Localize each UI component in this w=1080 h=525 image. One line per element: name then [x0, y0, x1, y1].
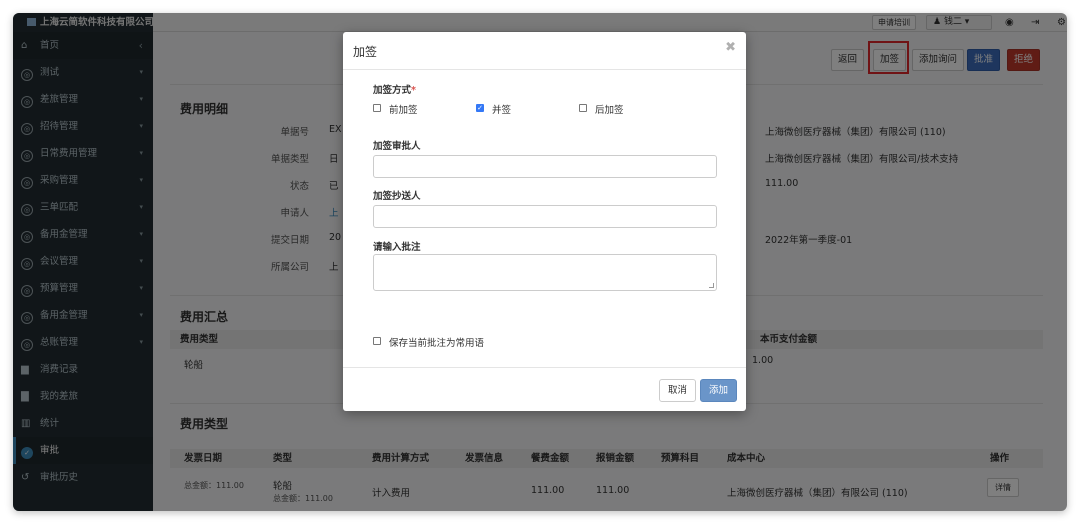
comment-label: 请输入批注 [373, 242, 421, 253]
method-label: 加签方式* [373, 82, 416, 96]
checkbox-label: 后加签 [595, 105, 624, 116]
cc-label: 加签抄送人 [373, 191, 421, 202]
cc-input[interactable] [373, 205, 717, 228]
checkbox-label: 前加签 [389, 105, 418, 116]
approver-input[interactable] [373, 155, 717, 178]
checkbox-pre-sign[interactable] [373, 104, 381, 112]
checkbox-parallel-sign[interactable]: ✓ [476, 104, 484, 112]
checkbox-label: 并签 [492, 105, 512, 116]
required-mark: * [411, 85, 416, 96]
add-button[interactable]: 添加 [700, 379, 738, 402]
comment-textarea[interactable] [373, 254, 717, 291]
checkbox-post-sign[interactable] [579, 104, 587, 112]
close-icon[interactable]: ✖ [725, 40, 736, 55]
checkbox-label: 保存当前批注为常用语 [389, 338, 485, 349]
dialog-title: 加签 [353, 45, 378, 59]
add-sign-dialog: 加签 ✖ 加签方式* 前加签 ✓ 并签 后加签 加签审批人 加签抄送人 请输入批… [343, 32, 746, 411]
method-label-text: 加签方式 [373, 85, 412, 96]
dialog-header: 加签 ✖ [343, 32, 746, 70]
dialog-footer: 取消 添加 [343, 367, 746, 411]
cancel-button[interactable]: 取消 [659, 379, 697, 402]
approver-label: 加签审批人 [373, 141, 421, 152]
resize-grip-icon[interactable] [709, 283, 714, 288]
checkbox-save-common[interactable] [373, 337, 381, 345]
